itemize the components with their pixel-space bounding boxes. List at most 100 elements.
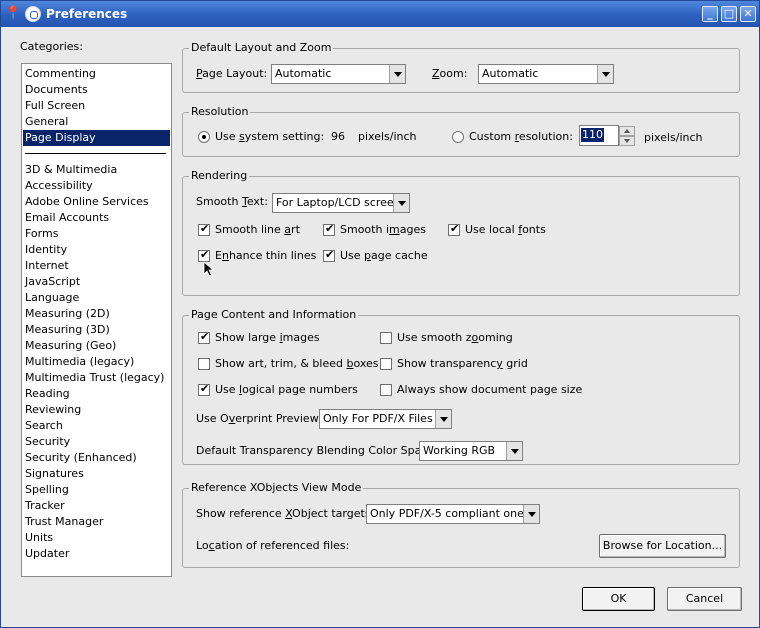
category-measuring-2d[interactable]: Measuring (2D) xyxy=(23,306,170,322)
category-signatures[interactable]: Signatures xyxy=(23,466,170,482)
referenced-files-location-label: Location of referenced files: xyxy=(196,539,350,552)
overprint-preview-label: Use Overprint Preview: xyxy=(196,412,322,425)
ok-button[interactable]: OK xyxy=(582,587,655,611)
spin-down-icon[interactable] xyxy=(619,136,635,146)
category-measuring-geo[interactable]: Measuring (Geo) xyxy=(23,338,170,354)
category-documents[interactable]: Documents xyxy=(23,82,170,98)
smooth-line-art-checkbox[interactable] xyxy=(198,222,210,236)
system-resolution-value: 96 xyxy=(331,130,345,143)
category-general[interactable]: General xyxy=(23,114,170,130)
xobjects-title: Reference XObjects View Mode xyxy=(189,481,364,495)
system-resolution-unit: pixels/inch xyxy=(358,130,417,143)
category-reading[interactable]: Reading xyxy=(23,386,170,402)
chevron-down-icon[interactable] xyxy=(435,410,451,428)
title-bar[interactable]: 📍 Preferences _ □ ✕ xyxy=(1,1,759,27)
categories-label: Categories: xyxy=(20,40,83,53)
rendering-title: Rendering xyxy=(189,169,250,183)
window-title: Preferences xyxy=(46,7,128,21)
page-layout-select[interactable]: Automatic xyxy=(271,64,406,84)
smooth-images-label: Smooth images xyxy=(340,223,426,236)
page-content-title: Page Content and Information xyxy=(189,308,359,322)
enhance-thin-lines-label: Enhance thin lines xyxy=(215,249,317,262)
preferences-window: 📍 Preferences _ □ ✕ Categories: Commenti… xyxy=(0,0,760,628)
category-multimedia-legacy[interactable]: Multimedia (legacy) xyxy=(23,354,170,370)
category-units[interactable]: Units xyxy=(23,530,170,546)
page-layout-value: Automatic xyxy=(275,67,332,80)
categories-list[interactable]: Commenting Documents Full Screen General… xyxy=(21,63,172,577)
spin-up-icon[interactable] xyxy=(619,126,635,136)
maximize-button[interactable]: □ xyxy=(721,6,737,22)
category-3d-multimedia[interactable]: 3D & Multimedia xyxy=(23,162,170,178)
use-system-setting-radio[interactable] xyxy=(198,131,210,143)
category-adobe-online-services[interactable]: Adobe Online Services xyxy=(23,194,170,210)
category-page-display[interactable]: Page Display xyxy=(23,130,170,146)
show-art-boxes-label: Show art, trim, & bleed boxes xyxy=(215,357,379,370)
use-local-fonts-checkbox[interactable] xyxy=(448,222,460,236)
category-updater[interactable]: Updater xyxy=(23,546,170,562)
pin-icon[interactable]: 📍 xyxy=(5,6,21,22)
chevron-down-icon[interactable] xyxy=(506,442,522,460)
use-smooth-zooming-label: Use smooth zooming xyxy=(397,331,513,344)
show-transparency-grid-checkbox[interactable] xyxy=(380,358,392,370)
category-language[interactable]: Language xyxy=(23,290,170,306)
category-forms[interactable]: Forms xyxy=(23,226,170,242)
cancel-button[interactable]: Cancel xyxy=(667,587,742,611)
category-trust-manager[interactable]: Trust Manager xyxy=(23,514,170,530)
use-page-cache-checkbox[interactable] xyxy=(323,248,335,262)
mouse-pointer-icon xyxy=(203,261,215,277)
show-transparency-grid-label: Show transparency grid xyxy=(397,357,528,370)
page-layout-label: Page Layout: xyxy=(196,67,268,80)
category-full-screen[interactable]: Full Screen xyxy=(23,98,170,114)
use-logical-page-numbers-label: Use logical page numbers xyxy=(215,383,358,396)
blending-color-space-select[interactable]: Working RGB xyxy=(419,441,523,461)
zoom-select[interactable]: Automatic xyxy=(478,64,614,84)
category-security[interactable]: Security xyxy=(23,434,170,450)
use-local-fonts-label: Use local fonts xyxy=(465,223,546,236)
minimize-button[interactable]: _ xyxy=(702,6,718,22)
category-internet[interactable]: Internet xyxy=(23,258,170,274)
use-system-setting-label: Use system setting: xyxy=(215,130,325,143)
use-page-cache-label: Use page cache xyxy=(340,249,428,262)
resolution-title: Resolution xyxy=(189,105,251,119)
app-icon[interactable] xyxy=(25,6,41,22)
category-search[interactable]: Search xyxy=(23,418,170,434)
category-identity[interactable]: Identity xyxy=(23,242,170,258)
category-tracker[interactable]: Tracker xyxy=(23,498,170,514)
category-email-accounts[interactable]: Email Accounts xyxy=(23,210,170,226)
always-show-page-size-label: Always show document page size xyxy=(397,383,583,396)
show-large-images-label: Show large images xyxy=(215,331,320,344)
show-xobject-targets-value: Only PDF/X-5 compliant ones xyxy=(370,507,530,520)
custom-resolution-value: 110 xyxy=(581,128,604,142)
show-art-boxes-checkbox[interactable] xyxy=(198,358,210,370)
show-xobject-targets-select[interactable]: Only PDF/X-5 compliant ones xyxy=(366,504,540,524)
use-logical-page-numbers-checkbox[interactable] xyxy=(198,382,210,396)
category-security-enhanced[interactable]: Security (Enhanced) xyxy=(23,450,170,466)
chevron-down-icon[interactable] xyxy=(393,194,409,212)
category-separator xyxy=(25,153,166,154)
browse-location-button[interactable]: Browse for Location... xyxy=(599,534,726,558)
custom-resolution-radio[interactable] xyxy=(452,131,464,143)
always-show-page-size-checkbox[interactable] xyxy=(380,384,392,396)
overprint-preview-value: Only For PDF/X Files xyxy=(323,412,433,425)
category-javascript[interactable]: JavaScript xyxy=(23,274,170,290)
overprint-preview-select[interactable]: Only For PDF/X Files xyxy=(319,409,452,429)
close-button[interactable]: ✕ xyxy=(740,6,756,22)
smooth-images-checkbox[interactable] xyxy=(323,222,335,236)
category-measuring-3d[interactable]: Measuring (3D) xyxy=(23,322,170,338)
category-accessibility[interactable]: Accessibility xyxy=(23,178,170,194)
chevron-down-icon[interactable] xyxy=(597,65,613,83)
show-large-images-checkbox[interactable] xyxy=(198,330,210,344)
use-smooth-zooming-checkbox[interactable] xyxy=(380,332,392,344)
show-xobject-targets-label: Show reference XObject targets: xyxy=(196,507,375,520)
category-reviewing[interactable]: Reviewing xyxy=(23,402,170,418)
category-multimedia-trust-legacy[interactable]: Multimedia Trust (legacy) xyxy=(23,370,170,386)
category-spelling[interactable]: Spelling xyxy=(23,482,170,498)
custom-resolution-input[interactable]: 110 xyxy=(579,125,619,146)
smooth-text-select[interactable]: For Laptop/LCD screens xyxy=(272,193,410,213)
category-commenting[interactable]: Commenting xyxy=(23,66,170,82)
chevron-down-icon[interactable] xyxy=(523,505,539,523)
chevron-down-icon[interactable] xyxy=(389,65,405,83)
custom-resolution-label: Custom resolution: xyxy=(469,130,573,143)
zoom-value: Automatic xyxy=(482,67,539,80)
smooth-text-label: Smooth Text: xyxy=(196,195,268,208)
